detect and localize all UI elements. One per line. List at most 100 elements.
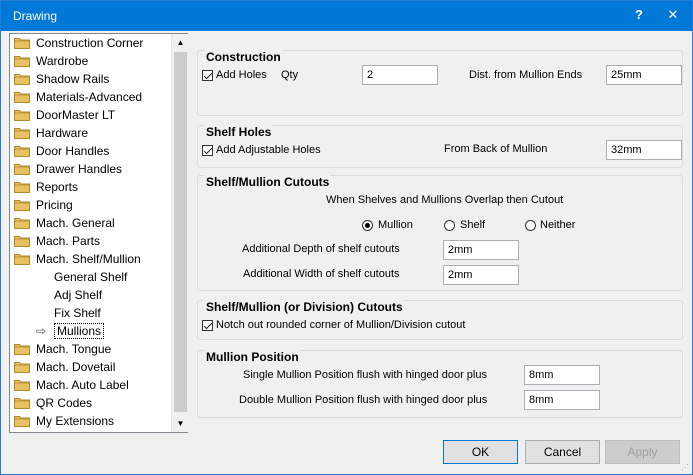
folder-icon <box>14 217 30 229</box>
scroll-up-icon[interactable]: ▲ <box>172 34 189 51</box>
depth-label: Additional Depth of shelf cutouts <box>242 243 400 255</box>
scroll-down-icon[interactable]: ▼ <box>172 415 189 432</box>
window-title: Drawing <box>13 9 58 23</box>
radio-shelf[interactable] <box>444 220 455 231</box>
construction-group: Construction Add Holes Qty 2 Dist. from … <box>197 50 683 116</box>
tree-item[interactable]: Mach. Tongue <box>14 340 111 358</box>
title-bar: Drawing ? ✕ <box>1 1 692 31</box>
single-mullion-label: Single Mullion Position flush with hinge… <box>243 369 487 381</box>
tree-item[interactable]: Hardware <box>14 124 88 142</box>
double-mullion-label: Double Mullion Position flush with hinge… <box>239 394 488 406</box>
tree-item[interactable]: Mach. General <box>14 214 115 232</box>
group-title-shelf-holes: Shelf Holes <box>205 125 273 139</box>
resize-grip-icon[interactable]: ⋰ <box>681 463 691 473</box>
group-title-cutouts: Shelf/Mullion Cutouts <box>205 175 331 189</box>
depth-input[interactable]: 2mm <box>443 240 519 260</box>
mullion-position-group: Mullion Position Single Mullion Position… <box>197 350 683 418</box>
folder-icon <box>14 361 30 373</box>
category-tree: Construction Corner Wardrobe Shadow Rails M… <box>9 33 188 433</box>
shelf-mullion-cutouts-group: Shelf/Mullion Cutouts When Shelves and M… <box>197 175 683 291</box>
folder-icon <box>14 343 30 355</box>
shelf-holes-group: Shelf Holes Add Adjustable Holes From Ba… <box>197 125 683 168</box>
add-holes-label: Add Holes <box>216 69 267 81</box>
tree-item-label: Mach. Shelf/Mullion <box>36 252 141 266</box>
tree-item-label: Wardrobe <box>36 54 89 68</box>
tree-item-label: Door Handles <box>36 144 110 158</box>
scroll-thumb[interactable] <box>174 52 187 412</box>
tree-item[interactable]: Shadow Rails <box>14 70 109 88</box>
tree-item[interactable]: Door Handles <box>14 142 109 160</box>
tree-item-label: Reports <box>36 180 79 194</box>
double-mullion-input[interactable]: 8mm <box>524 390 600 410</box>
radio-mullion[interactable] <box>362 220 373 231</box>
width-input[interactable]: 2mm <box>443 265 519 285</box>
folder-icon <box>14 379 30 391</box>
add-holes-checkbox[interactable] <box>202 70 213 81</box>
tree-item-label: Mach. Auto Label <box>36 378 129 392</box>
ok-button[interactable]: OK <box>443 440 518 464</box>
folder-icon <box>14 73 30 85</box>
folder-icon <box>14 415 30 427</box>
tree-item[interactable]: Construction Corner <box>14 34 143 52</box>
tree-item[interactable]: My Extensions <box>14 412 114 430</box>
folder-icon <box>14 127 30 139</box>
tree-item[interactable]: Pricing <box>14 196 73 214</box>
qty-input[interactable]: 2 <box>362 65 438 85</box>
group-title-construction: Construction <box>205 50 282 64</box>
tree-item-label: DoorMaster LT <box>36 108 116 122</box>
tree-item-label: General Shelf <box>54 270 128 284</box>
folder-icon <box>14 37 30 49</box>
tree-scrollbar[interactable]: ▲ ▼ <box>171 34 188 432</box>
tree-item[interactable]: Materials-Advanced <box>14 88 142 106</box>
notch-checkbox[interactable] <box>202 320 213 331</box>
radio-mullion-label: Mullion <box>378 219 413 231</box>
folder-icon <box>14 181 30 193</box>
tree-item[interactable]: Mach. Auto Label <box>14 376 129 394</box>
group-title-division: Shelf/Mullion (or Division) Cutouts <box>205 300 404 314</box>
arrow-right-icon: ⇨ <box>36 324 47 338</box>
tree-item[interactable]: Mach. Shelf/Mullion <box>14 250 141 268</box>
tree-item-label: My Extensions <box>36 414 115 428</box>
tree-item-label: Drawer Handles <box>36 162 123 176</box>
tree-item-label: Pricing <box>36 198 73 212</box>
tree-item[interactable]: Fix Shelf <box>54 304 101 322</box>
single-mullion-input[interactable]: 8mm <box>524 365 600 385</box>
tree-item-label: Hardware <box>36 126 89 140</box>
radio-shelf-label: Shelf <box>460 219 486 231</box>
adjustable-holes-label: Add Adjustable Holes <box>216 144 321 156</box>
tree-item-label: Construction Corner <box>36 36 144 50</box>
tree-item[interactable]: ⇨ Mullions <box>36 322 105 340</box>
folder-icon <box>14 397 30 409</box>
tree-item-label: Adj Shelf <box>54 288 103 302</box>
tree-item-label: Mach. Parts <box>36 234 101 248</box>
tree-item-label: Mach. General <box>36 216 115 230</box>
from-back-input[interactable]: 32mm <box>606 140 682 160</box>
folder-icon <box>14 235 30 247</box>
help-icon[interactable]: ? <box>621 1 657 31</box>
tree-item[interactable]: Wardrobe <box>14 52 88 70</box>
qty-label: Qty <box>281 69 299 81</box>
tree-item-label: Mach. Tongue <box>36 342 112 356</box>
dist-input[interactable]: 25mm <box>606 65 682 85</box>
tree-item-label: Materials-Advanced <box>36 90 143 104</box>
tree-item-label: Shadow Rails <box>36 72 110 86</box>
tree-item[interactable]: Drawer Handles <box>14 160 122 178</box>
cancel-button[interactable]: Cancel <box>525 440 600 464</box>
dist-label: Dist. from Mullion Ends <box>469 69 583 81</box>
tree-item[interactable]: Reports <box>14 178 78 196</box>
tree-item-label: Mach. Dovetail <box>36 360 116 374</box>
tree-item[interactable]: Mach. Parts <box>14 232 100 250</box>
tree-item[interactable]: Mach. Dovetail <box>14 358 115 376</box>
close-icon[interactable]: ✕ <box>655 1 691 31</box>
tree-item[interactable]: QR Codes <box>14 394 92 412</box>
tree-item[interactable]: Adj Shelf <box>54 286 102 304</box>
from-back-label: From Back of Mullion <box>444 143 548 155</box>
tree-item-label: QR Codes <box>36 396 93 410</box>
folder-icon <box>14 145 30 157</box>
apply-button[interactable]: Apply <box>605 440 680 464</box>
folder-icon <box>14 199 30 211</box>
radio-neither[interactable] <box>525 220 536 231</box>
tree-item[interactable]: DoorMaster LT <box>14 106 115 124</box>
tree-item[interactable]: General Shelf <box>54 268 127 286</box>
adjustable-holes-checkbox[interactable] <box>202 145 213 156</box>
